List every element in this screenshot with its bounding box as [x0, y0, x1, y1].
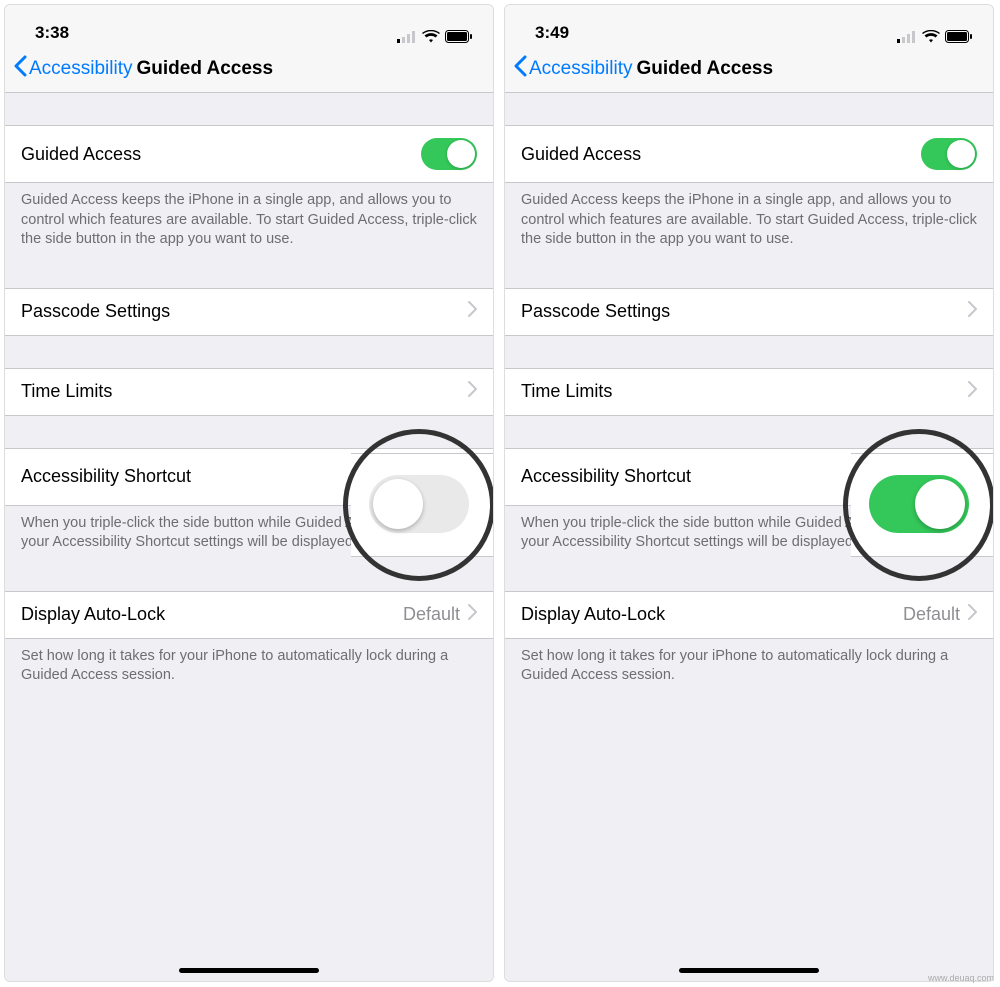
row-label: Accessibility Shortcut — [521, 466, 691, 487]
status-time: 3:38 — [35, 23, 69, 43]
zoomed-toggle-accessibility-shortcut[interactable] — [869, 475, 969, 533]
row-label: Guided Access — [521, 144, 641, 165]
cellular-signal-icon — [397, 31, 417, 43]
row-label: Passcode Settings — [21, 301, 170, 322]
autolock-footer: Set how long it takes for your iPhone to… — [5, 639, 493, 696]
nav-title: Guided Access — [636, 58, 773, 80]
toggle-guided-access[interactable] — [921, 138, 977, 170]
back-label: Accessibility — [29, 58, 132, 80]
row-passcode-settings[interactable]: Passcode Settings — [5, 288, 493, 336]
row-label: Display Auto-Lock — [521, 604, 665, 625]
back-button[interactable]: Accessibility — [13, 55, 132, 83]
back-button[interactable]: Accessibility — [513, 55, 632, 83]
chevron-right-icon — [468, 301, 477, 322]
row-label: Display Auto-Lock — [21, 604, 165, 625]
row-guided-access[interactable]: Guided Access — [505, 125, 993, 183]
phone-screen-left: 3:38 Accessibility Guided Access — [4, 4, 494, 982]
wifi-icon — [922, 30, 940, 43]
row-label: Passcode Settings — [521, 301, 670, 322]
status-bar: 3:38 — [5, 5, 493, 45]
row-detail-value: Default — [903, 604, 960, 625]
chevron-right-icon — [968, 301, 977, 322]
row-label: Time Limits — [21, 381, 112, 402]
row-time-limits[interactable]: Time Limits — [505, 368, 993, 416]
autolock-footer: Set how long it takes for your iPhone to… — [505, 639, 993, 696]
row-display-autolock[interactable]: Display Auto-Lock Default — [505, 591, 993, 639]
battery-icon — [445, 30, 473, 43]
home-indicator[interactable] — [679, 968, 819, 973]
row-label: Guided Access — [21, 144, 141, 165]
wifi-icon — [422, 30, 440, 43]
chevron-right-icon — [468, 381, 477, 402]
row-time-limits[interactable]: Time Limits — [5, 368, 493, 416]
phone-screen-right: 3:49 Accessibility Guided Access — [504, 4, 994, 982]
nav-bar: Accessibility Guided Access — [5, 45, 493, 93]
nav-title: Guided Access — [136, 58, 273, 80]
status-icons — [897, 30, 973, 43]
guided-access-footer: Guided Access keeps the iPhone in a sing… — [505, 183, 993, 260]
row-guided-access[interactable]: Guided Access — [5, 125, 493, 183]
status-time: 3:49 — [535, 23, 569, 43]
home-indicator[interactable] — [179, 968, 319, 973]
row-display-autolock[interactable]: Display Auto-Lock Default — [5, 591, 493, 639]
back-label: Accessibility — [529, 58, 632, 80]
chevron-left-icon — [13, 55, 27, 83]
nav-bar: Accessibility Guided Access — [505, 45, 993, 93]
row-label: Accessibility Shortcut — [21, 466, 191, 487]
row-passcode-settings[interactable]: Passcode Settings — [505, 288, 993, 336]
battery-icon — [945, 30, 973, 43]
watermark: www.deuaq.com — [928, 973, 994, 983]
guided-access-footer: Guided Access keeps the iPhone in a sing… — [5, 183, 493, 260]
status-bar: 3:49 — [505, 5, 993, 45]
zoomed-toggle-accessibility-shortcut[interactable] — [369, 475, 469, 533]
chevron-right-icon — [968, 381, 977, 402]
cellular-signal-icon — [897, 31, 917, 43]
toggle-guided-access[interactable] — [421, 138, 477, 170]
row-detail-value: Default — [403, 604, 460, 625]
status-icons — [397, 30, 473, 43]
chevron-left-icon — [513, 55, 527, 83]
row-label: Time Limits — [521, 381, 612, 402]
chevron-right-icon — [468, 604, 477, 625]
chevron-right-icon — [968, 604, 977, 625]
